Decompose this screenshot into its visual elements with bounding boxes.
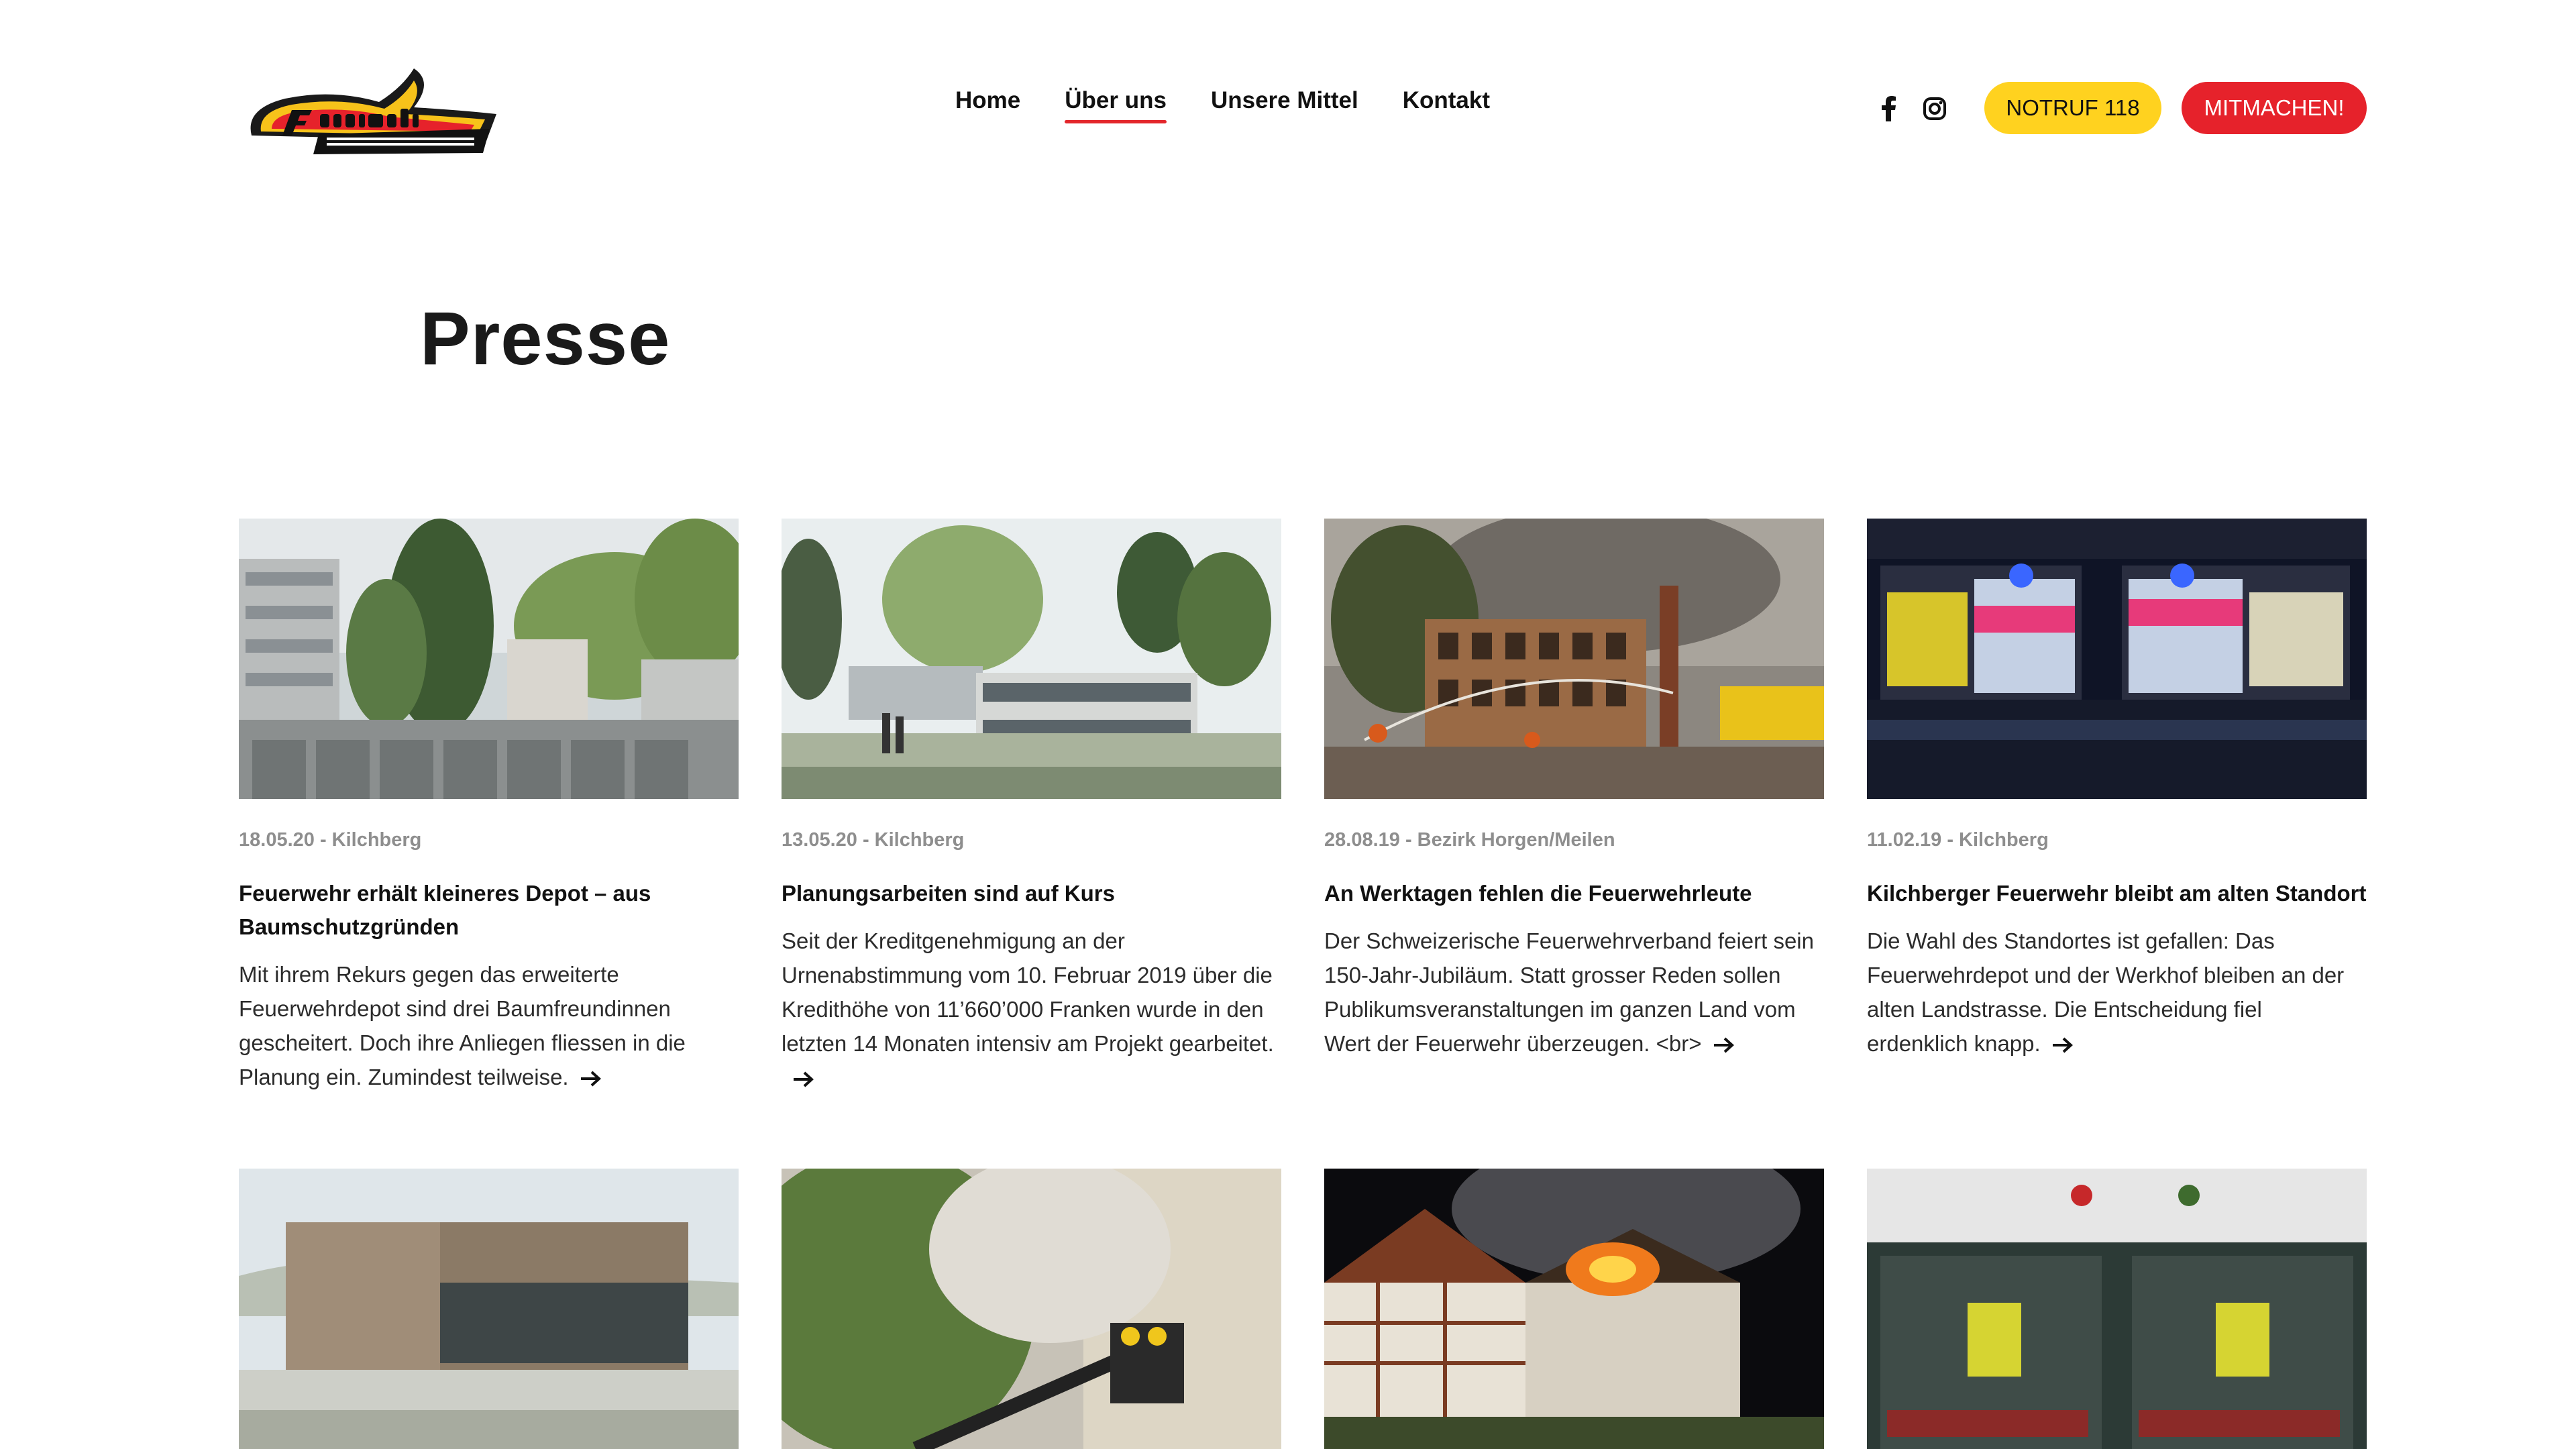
article-card [1867, 1169, 2367, 1449]
article-excerpt-wrap: Der Schweizerische Feuerwehrverband feie… [1324, 924, 1824, 1061]
feuerwehr-logo[interactable] [238, 62, 500, 156]
article-card: 28.08.19 - Bezirk Horgen/Meilen An Werkt… [1324, 519, 1824, 1403]
article-meta: 13.05.20 - Kilchberg [782, 829, 965, 851]
article-image-house-fire-night[interactable] [1324, 1169, 1824, 1449]
facebook-icon[interactable] [1874, 94, 1904, 123]
nav-ueber-uns[interactable]: Über uns [1065, 87, 1167, 126]
article-card: 18.05.20 - Kilchberg Feuerwehr erhält kl… [239, 519, 739, 1403]
article-card: 11.02.19 - Kilchberg Kilchberger Feuerwe… [1867, 519, 2367, 1403]
site-header: Home Über uns Unsere Mittel Kontakt NOTR… [0, 0, 2576, 201]
article-image-planning-render[interactable] [782, 519, 1281, 799]
article-image-depot-courtyard[interactable] [239, 519, 739, 799]
article-meta: 11.02.19 - Kilchberg [1867, 829, 2049, 851]
article-title[interactable]: Planungsarbeiten sind auf Kurs [782, 877, 1281, 910]
feuerwehr-logo-graphic [250, 68, 496, 154]
article-title[interactable]: Feuerwehr erhält kleineres Depot – aus B… [239, 877, 739, 944]
article-title[interactable]: Kilchberger Feuerwehr bleibt am alten St… [1867, 877, 2367, 910]
article-excerpt-wrap: Die Wahl des Standortes ist gefallen: Da… [1867, 924, 2367, 1061]
nav-unsere-mittel[interactable]: Unsere Mittel [1211, 87, 1358, 126]
arrow-right-icon[interactable] [792, 1071, 815, 1088]
main-navigation: Home Über uns Unsere Mittel Kontakt [955, 87, 1490, 126]
arrow-right-icon[interactable] [1713, 1036, 1735, 1054]
nav-home[interactable]: Home [955, 87, 1020, 126]
article-card: 13.05.20 - Kilchberg Planungsarbeiten si… [782, 519, 1281, 1403]
nav-kontakt[interactable]: Kontakt [1403, 87, 1490, 126]
article-image-garage-doors[interactable] [1867, 1169, 2367, 1449]
article-excerpt-wrap: Seit der Kreditgenehmigung an der Urnena… [782, 924, 1281, 1095]
article-meta: 28.08.19 - Bezirk Horgen/Meilen [1324, 829, 1615, 851]
article-excerpt: Der Schweizerische Feuerwehrverband feie… [1324, 928, 1814, 1056]
article-card [239, 1169, 739, 1449]
arrow-right-icon[interactable] [580, 1070, 602, 1087]
article-image-new-depot-render[interactable] [239, 1169, 739, 1449]
arrow-right-icon[interactable] [2051, 1036, 2074, 1054]
article-card [1324, 1169, 1824, 1449]
instagram-icon[interactable] [1920, 94, 1949, 123]
article-excerpt: Seit der Kreditgenehmigung an der Urnena… [782, 928, 1274, 1056]
article-excerpt-wrap: Mit ihrem Rekurs gegen das erweiterte Fe… [239, 957, 739, 1094]
article-excerpt: Die Wahl des Standortes ist gefallen: Da… [1867, 928, 2345, 1056]
article-meta: 18.05.20 - Kilchberg [239, 829, 422, 851]
article-card [782, 1169, 1281, 1449]
article-image-smoke-ladder[interactable] [782, 1169, 1281, 1449]
mitmachen-button[interactable]: MITMACHEN! [2182, 82, 2367, 134]
article-image-fire-trucks-night[interactable] [1867, 519, 2367, 799]
article-excerpt: Mit ihrem Rekurs gegen das erweiterte Fe… [239, 962, 686, 1089]
article-title[interactable]: An Werktagen fehlen die Feuerwehrleute [1324, 877, 1824, 910]
article-image-building-fire[interactable] [1324, 519, 1824, 799]
notruf-button[interactable]: NOTRUF 118 [1984, 82, 2161, 134]
page-title: Presse [420, 297, 671, 380]
